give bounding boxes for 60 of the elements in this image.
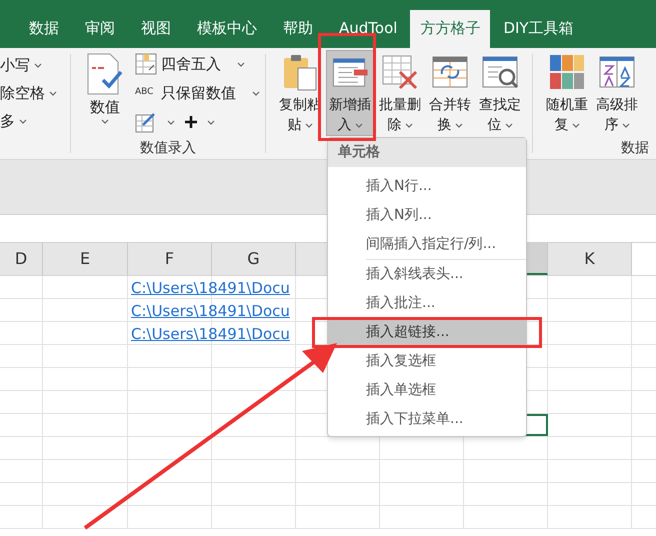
ribbon-button[interactable]: 查找定 位 <box>476 50 524 136</box>
ribbon-button[interactable]: 新增插 入 <box>326 50 374 136</box>
table-edit-icon <box>135 111 157 133</box>
chevron-down-icon <box>252 90 260 96</box>
column-header[interactable]: K <box>548 243 632 275</box>
ribbon-tab[interactable]: 方方格子 <box>410 10 490 48</box>
color-grid-icon <box>547 52 587 92</box>
value-button[interactable]: 数值 <box>83 52 127 138</box>
ribbon-button[interactable]: 随机重 复 <box>543 50 591 136</box>
chevron-down-icon <box>101 118 109 124</box>
ribbon-button[interactable]: 批量删 除 <box>376 50 424 136</box>
menu-item[interactable]: 插入N行... <box>328 172 526 201</box>
hyperlink[interactable]: C:\Users\18491\Docu <box>131 300 290 322</box>
menu-item[interactable]: 插入复选框 <box>328 347 526 376</box>
hyperlink[interactable]: C:\Users\18491\Docu <box>131 277 290 300</box>
menu-item[interactable]: 插入斜线表头... <box>328 260 526 289</box>
menu-item[interactable]: 插入下拉菜单... <box>328 405 526 434</box>
ribbon-tab[interactable]: 模板中心 <box>184 10 270 48</box>
ribbon-button[interactable]: 高级排 序 <box>593 50 641 136</box>
hyperlink[interactable]: C:\Users\18491\Docu <box>131 323 290 346</box>
chevron-down-icon <box>572 122 580 128</box>
table-percent-icon <box>135 53 157 75</box>
column-header[interactable]: F <box>128 243 212 275</box>
chevron-down-icon <box>207 120 215 124</box>
plus-icon <box>185 116 197 128</box>
chevron-down-icon <box>34 62 42 68</box>
ribbon-tab[interactable]: 数据 <box>16 10 72 48</box>
ribbon-tab[interactable]: DIY工具箱 <box>490 10 587 48</box>
group-label: 数值录入 <box>140 139 196 158</box>
chevron-down-icon <box>304 122 312 128</box>
menu-button[interactable]: 除空格 <box>0 82 45 104</box>
menu-button[interactable]: 多 <box>0 110 15 132</box>
chevron-down-icon <box>354 122 362 128</box>
ribbon-button[interactable]: 合并转 换 <box>426 50 474 136</box>
chevron-down-icon <box>19 118 27 124</box>
chevron-down-icon <box>404 122 412 128</box>
ribbon-tab[interactable]: AudTool <box>326 10 410 48</box>
chevron-down-icon <box>49 90 57 96</box>
column-header[interactable]: E <box>43 243 128 275</box>
chevron-down-icon <box>504 122 512 128</box>
menu-button[interactable]: 只保留数值 <box>161 82 236 104</box>
document-check-icon <box>85 52 125 96</box>
chevron-down-icon <box>167 120 175 124</box>
menu-button[interactable]: 小写 <box>0 54 30 76</box>
chevron-down-icon <box>237 62 245 66</box>
abc-label: ABC <box>135 86 154 100</box>
chevron-down-icon <box>454 122 462 128</box>
group-label: 数据 <box>620 139 649 158</box>
menu-item[interactable]: 插入批注... <box>328 289 526 318</box>
menu-button[interactable]: 四舍五入 <box>161 52 221 76</box>
ribbon-tab[interactable]: 帮助 <box>270 10 326 48</box>
menu-item[interactable]: 插入N列... <box>328 201 526 230</box>
menu-item[interactable]: 间隔插入指定行/列... <box>328 230 526 259</box>
chevron-down-icon <box>622 122 630 128</box>
column-header[interactable]: D <box>0 243 43 275</box>
menu-item[interactable]: 插入单选框 <box>328 376 526 405</box>
menu-header: 单元格 <box>328 138 526 167</box>
ribbon-tab[interactable]: 审阅 <box>72 10 128 48</box>
ribbon-tab[interactable]: 视图 <box>128 10 184 48</box>
column-header[interactable]: G <box>212 243 296 275</box>
